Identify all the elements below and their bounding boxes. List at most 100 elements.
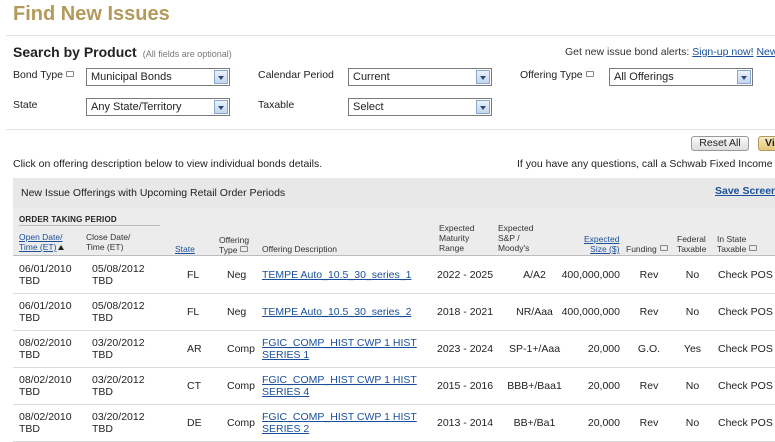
federal-taxable-cell: No: [685, 380, 700, 392]
table-header: ORDER TAKING PERIOD Open Date/ Time (ET)…: [13, 208, 775, 256]
open-date-header[interactable]: Open Date/ Time (ET): [19, 232, 65, 252]
open-date-cell: 08/02/2010 TBD: [19, 411, 72, 435]
offering-type-cell: Neg: [227, 306, 247, 318]
maturity-cell: 2018 - 2021: [437, 306, 494, 318]
offering-description-link[interactable]: FGIC_COMP_HIST CWP 1 HIST SERIES 1: [262, 337, 417, 361]
state-select[interactable]: Any State/Territory: [86, 98, 230, 116]
calendar-period-label: Calendar Period: [258, 69, 334, 81]
offering-type-cell: Neg: [227, 269, 247, 281]
federal-taxable-header: Federal Taxable: [677, 234, 707, 254]
sort-asc-icon: [58, 245, 65, 250]
offering-type-cell: Comp: [227, 380, 256, 392]
alerts-text: Get new issue bond alerts:: [565, 46, 690, 58]
state-cell: DE: [187, 417, 202, 429]
table-row: 08/02/2010 TBD 03/20/2012 TBD CT Comp FGIC_COM…: [13, 368, 775, 405]
rating-header: Expected S&P / Moody's: [498, 223, 534, 253]
funding-cell: G.O.: [637, 343, 661, 355]
in-state-taxable-cell: Check POS: [718, 343, 773, 355]
instruction-text: Click on offering description below to v…: [13, 158, 323, 170]
open-date-cell: 06/01/2010 TBD: [19, 263, 72, 287]
offering-description-link[interactable]: FGIC_COMP_HIST CWP 1 HIST SERIES 2: [262, 411, 417, 435]
results-title: New Issue Offerings with Upcoming Retail…: [21, 187, 286, 199]
size-header[interactable]: Expected Size ($): [584, 234, 619, 254]
open-date-cell: 08/02/2010 TBD: [19, 374, 72, 398]
header-divider: [19, 225, 160, 226]
size-cell: 400,000,000: [561, 306, 620, 318]
size-cell: 400,000,000: [561, 269, 620, 281]
offering-type-select[interactable]: All Offerings: [609, 68, 753, 86]
offering-type-cell: Comp: [227, 417, 256, 429]
offering-type-cell: Comp: [227, 343, 256, 355]
search-optional-note: (All fields are optional): [142, 49, 232, 59]
questions-text: If you have any questions, call a Schwab…: [517, 158, 775, 170]
maturity-cell: 2013 - 2014: [437, 417, 494, 429]
results-header: New Issue Offerings with Upcoming Retail…: [13, 178, 775, 208]
state-cell: CT: [187, 380, 201, 392]
search-heading: Search by Product (All fields are option…: [13, 44, 232, 60]
offering-description-header: Offering Description: [262, 244, 337, 254]
funding-cell: Rev: [639, 417, 659, 429]
close-date-cell: 05/08/2012 TBD: [92, 263, 145, 287]
in-state-taxable-cell: Check POS: [718, 306, 773, 318]
chevron-down-icon[interactable]: [214, 100, 228, 114]
signup-link[interactable]: Sign-up now!: [692, 46, 753, 58]
chevron-down-icon[interactable]: [476, 70, 490, 84]
maturity-header: Expected Maturity Range: [439, 223, 475, 253]
taxable-select[interactable]: Select: [348, 98, 492, 116]
maturity-cell: 2015 - 2016: [437, 380, 494, 392]
save-screen-link[interactable]: Save Screen: [715, 185, 775, 197]
search-heading-text: Search by Product: [13, 44, 137, 60]
info-icon[interactable]: [66, 71, 75, 77]
size-cell: 20,000: [587, 417, 620, 429]
taxable-value: Select: [353, 101, 384, 113]
close-date-header: Close Date/Time (ET): [86, 232, 131, 252]
state-header[interactable]: State: [175, 244, 195, 254]
offering-type-value: All Offerings: [614, 71, 674, 83]
state-label: State: [13, 99, 38, 111]
view-button[interactable]: Vi: [758, 136, 775, 151]
bond-type-value: Municipal Bonds: [91, 71, 172, 83]
size-cell: 20,000: [587, 343, 620, 355]
open-date-cell: 08/02/2010 TBD: [19, 337, 72, 361]
maturity-cell: 2022 - 2025: [437, 269, 494, 281]
offering-description-link[interactable]: TEMPE Auto_10.5_30_series_1: [262, 269, 411, 281]
offering-description-link[interactable]: TEMPE Auto_10.5_30_series_2: [262, 306, 411, 318]
in-state-taxable-cell: Check POS: [718, 380, 773, 392]
new-link[interactable]: New: [756, 46, 775, 58]
in-state-taxable-header: In State Taxable: [717, 234, 758, 254]
bond-type-select[interactable]: Municipal Bonds: [86, 68, 230, 86]
calendar-period-value: Current: [353, 71, 390, 83]
federal-taxable-cell: Yes: [683, 343, 702, 355]
calendar-period-select[interactable]: Current: [348, 68, 492, 86]
in-state-taxable-cell: Check POS: [718, 269, 773, 281]
close-date-cell: 05/08/2012 TBD: [92, 300, 145, 324]
chevron-down-icon[interactable]: [214, 70, 228, 84]
info-icon[interactable]: [659, 245, 668, 251]
offering-type-header: Offering Type: [219, 235, 250, 255]
open-date-cell: 06/01/2010 TBD: [19, 300, 72, 324]
state-cell: FL: [187, 306, 200, 318]
in-state-taxable-cell: Check POS: [718, 417, 773, 429]
page-title: Find New Issues: [13, 3, 170, 25]
state-cell: AR: [187, 343, 202, 355]
chevron-down-icon[interactable]: [737, 70, 751, 84]
chevron-down-icon[interactable]: [476, 100, 490, 114]
table-row: 08/02/2010 TBD 03/20/2012 TBD DE Comp FGIC_COM…: [13, 405, 775, 442]
offering-description-link[interactable]: FGIC_COMP_HIST CWP 1 HIST SERIES 4: [262, 374, 417, 398]
table-row: 08/02/2010 TBD 03/20/2012 TBD AR Comp FGIC_COM…: [13, 331, 775, 368]
federal-taxable-cell: No: [685, 417, 700, 429]
table-row: 06/01/2010 TBD 05/08/2012 TBD FL Neg TEMPE Aut…: [13, 294, 775, 331]
close-date-cell: 03/20/2012 TBD: [92, 337, 145, 361]
state-value: Any State/Territory: [91, 101, 182, 113]
info-icon[interactable]: [585, 71, 594, 77]
close-date-cell: 03/20/2012 TBD: [92, 411, 145, 435]
bond-type-label: Bond Type: [13, 69, 75, 81]
state-cell: FL: [187, 269, 200, 281]
alerts-bar: Get new issue bond alerts: Sign-up now! …: [565, 46, 775, 58]
info-icon[interactable]: [749, 245, 758, 251]
reset-all-button[interactable]: Reset All: [691, 136, 749, 151]
funding-cell: Rev: [639, 380, 659, 392]
funding-header: Funding: [626, 244, 668, 254]
title-divider: [6, 35, 775, 36]
info-icon[interactable]: [240, 246, 249, 252]
